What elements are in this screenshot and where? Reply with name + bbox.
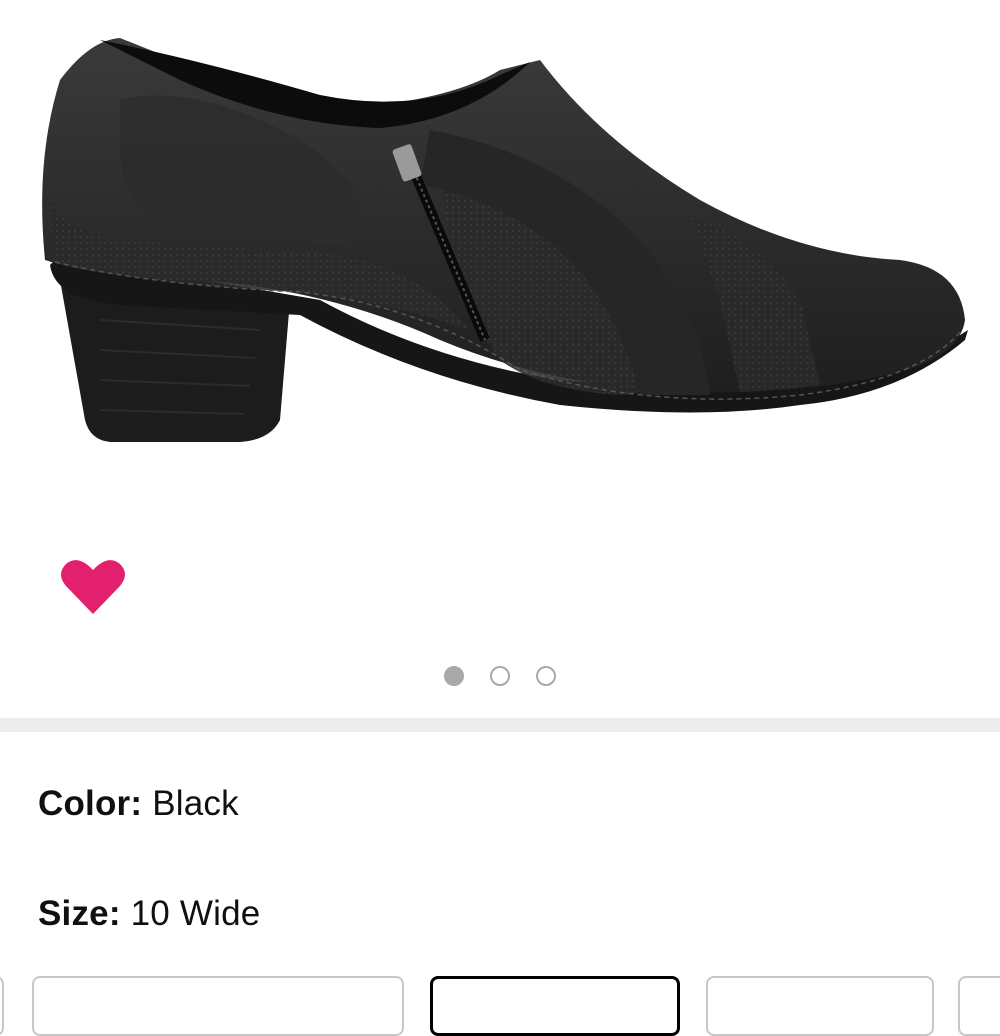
gallery-dot-1[interactable] xyxy=(444,666,464,686)
product-image[interactable] xyxy=(0,0,1000,520)
color-label: Color: xyxy=(38,784,143,823)
size-swatch[interactable] xyxy=(0,976,4,1036)
gallery-pagination xyxy=(0,666,1000,694)
size-swatch[interactable] xyxy=(706,976,934,1036)
size-swatch-selected[interactable] xyxy=(430,976,680,1036)
size-swatch[interactable] xyxy=(32,976,404,1036)
gallery-dot-3[interactable] xyxy=(536,666,556,686)
size-swatch[interactable] xyxy=(958,976,1000,1036)
heart-icon[interactable] xyxy=(60,556,126,618)
product-image-gallery[interactable] xyxy=(0,0,1000,718)
gallery-dot-2[interactable] xyxy=(490,666,510,686)
size-variation: Size: 10 Wide xyxy=(38,894,260,934)
size-label: Size: xyxy=(38,894,121,933)
section-divider xyxy=(0,718,1000,732)
size-value: 10 Wide xyxy=(130,894,261,933)
color-variation: Color: Black xyxy=(38,784,239,824)
color-value: Black xyxy=(152,784,239,823)
